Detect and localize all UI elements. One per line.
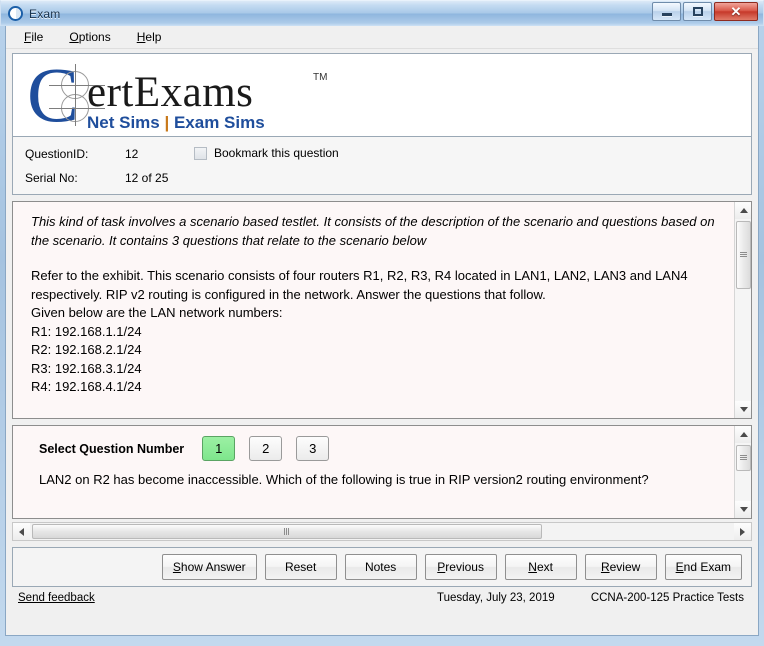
question-text: LAN2 on R2 has become inaccessible. Whic… xyxy=(39,472,649,487)
scenario-line-4: R3: 192.168.3.1/24 xyxy=(31,360,142,376)
logo-wordmark: ertExams xyxy=(87,69,254,116)
reset-label: Reset xyxy=(284,560,317,574)
status-product-name: CCNA-200-125 Practice Tests xyxy=(590,592,744,604)
tagline-separator: | xyxy=(159,113,174,132)
hscroll-right-button[interactable] xyxy=(734,523,751,540)
notes-label: Notes xyxy=(364,560,397,574)
chevron-up-icon xyxy=(739,208,748,213)
question-scroll-down-button[interactable] xyxy=(735,501,751,518)
end-exam-label: End Exam xyxy=(675,560,731,574)
scenario-text: This kind of task involves a scenario ba… xyxy=(13,202,733,418)
review-button[interactable]: Review xyxy=(584,554,657,580)
question-number-button-3[interactable]: 3 xyxy=(296,436,330,461)
question-number-button-2[interactable]: 2 xyxy=(249,436,283,461)
exam-window: Exam ✕ File Options Help C ertExams TM N… xyxy=(0,0,764,646)
question-horizontal-scrollbar[interactable] xyxy=(12,522,752,541)
scenario-line-2: R1: 192.168.1.1/24 xyxy=(31,323,142,339)
next-button[interactable]: Next xyxy=(504,554,577,580)
logo-tagline: Net Sims | Exam Sims xyxy=(87,113,265,133)
menu-options[interactable]: Options xyxy=(69,30,110,44)
chevron-left-icon xyxy=(19,527,24,536)
scenario-line-5: R4: 192.168.4.1/24 xyxy=(31,379,142,394)
tagline-exam-sims: Exam Sims xyxy=(173,113,265,132)
menu-bar: File Options Help xyxy=(6,26,758,49)
scenario-vertical-scrollbar[interactable] xyxy=(734,202,751,418)
logo-crosshair-v xyxy=(75,64,76,126)
question-scroll-thumb[interactable] xyxy=(736,445,751,471)
reset-button[interactable]: Reset xyxy=(264,554,337,580)
scroll-grip-icon xyxy=(284,528,290,535)
maximize-icon xyxy=(692,7,703,16)
hscroll-thumb[interactable] xyxy=(32,524,542,539)
previous-label: Previous xyxy=(437,560,484,574)
status-bar: Send feedback Tuesday, July 23, 2019 CCN… xyxy=(12,587,752,609)
scenario-line-3: R2: 192.168.2.1/24 xyxy=(31,342,142,357)
menu-file[interactable]: File xyxy=(24,30,43,44)
chevron-up-icon xyxy=(739,432,748,437)
show-answer-label: Show Answer xyxy=(172,560,246,574)
hscroll-left-button[interactable] xyxy=(13,523,30,540)
bookmark-checkbox-row[interactable]: Bookmark this question xyxy=(194,146,339,160)
menu-help[interactable]: Help xyxy=(137,30,162,44)
next-label: Next xyxy=(528,560,553,574)
scenario-scroll-up-button[interactable] xyxy=(735,202,751,219)
end-exam-button[interactable]: End Exam xyxy=(664,554,742,580)
previous-button[interactable]: Previous xyxy=(424,554,497,580)
close-icon: ✕ xyxy=(730,4,742,19)
chevron-down-icon xyxy=(739,507,748,512)
scenario-intro: This kind of task involves a scenario ba… xyxy=(31,214,715,248)
review-label: Review xyxy=(600,560,641,574)
notes-button[interactable]: Notes xyxy=(344,554,417,580)
question-number-button-1[interactable]: 1 xyxy=(202,436,236,461)
close-button[interactable]: ✕ xyxy=(714,2,758,21)
window-title: Exam xyxy=(29,6,61,21)
scroll-grip-icon xyxy=(740,455,747,461)
bookmark-label: Bookmark this question xyxy=(214,146,339,160)
exam-info-bar: QuestionID: 12 Serial No: 12 of 25 Bookm… xyxy=(12,137,752,356)
question-scroll-up-button[interactable] xyxy=(735,426,751,443)
tagline-net-sims: Net Sims xyxy=(87,113,160,132)
window-controls: ✕ xyxy=(650,2,758,22)
question-vertical-scrollbar[interactable] xyxy=(734,426,751,518)
question-number-selector: Select Question Number 1 2 3 xyxy=(39,436,343,461)
status-date: Tuesday, July 23, 2019 xyxy=(437,592,555,604)
scenario-scroll-thumb[interactable] xyxy=(736,221,751,289)
scenario-panel: This kind of task involves a scenario ba… xyxy=(12,201,752,419)
scenario-line-0: Refer to the exhibit. This scenario cons… xyxy=(31,268,688,302)
title-bar: Exam ✕ xyxy=(0,0,764,26)
brand-banner: C ertExams TM Net Sims | Exam Sims xyxy=(12,53,752,137)
question-id-value: 12 xyxy=(125,147,139,161)
bookmark-checkbox[interactable] xyxy=(194,146,207,160)
send-feedback-link[interactable]: Send feedback xyxy=(18,592,95,604)
show-answer-button[interactable]: Show Answer xyxy=(161,554,257,580)
client-area: File Options Help C ertExams TM Net Sims… xyxy=(5,26,759,636)
chevron-right-icon xyxy=(740,527,745,536)
logo-trademark: TM xyxy=(313,72,328,83)
serial-no-label: Serial No: xyxy=(25,171,78,185)
certexams-logo: C ertExams TM Net Sims | Exam Sims xyxy=(27,56,347,136)
serial-no-value: 12 of 25 xyxy=(125,171,169,185)
scroll-grip-icon xyxy=(740,252,747,258)
action-button-bar: Show Answer Reset Notes Previous Next Re… xyxy=(12,547,752,587)
minimize-button[interactable] xyxy=(652,2,681,21)
app-logo-icon xyxy=(8,6,23,21)
maximize-button[interactable] xyxy=(683,2,712,21)
question-id-label: QuestionID: xyxy=(25,147,89,161)
minimize-icon xyxy=(661,13,672,16)
scenario-line-1: Given below are the LAN network numbers: xyxy=(31,305,283,320)
select-question-number-label: Select Question Number xyxy=(39,441,185,456)
question-panel: Select Question Number 1 2 3 LAN2 on R2 … xyxy=(12,425,752,519)
scenario-scroll-down-button[interactable] xyxy=(735,401,751,418)
chevron-down-icon xyxy=(739,407,748,412)
